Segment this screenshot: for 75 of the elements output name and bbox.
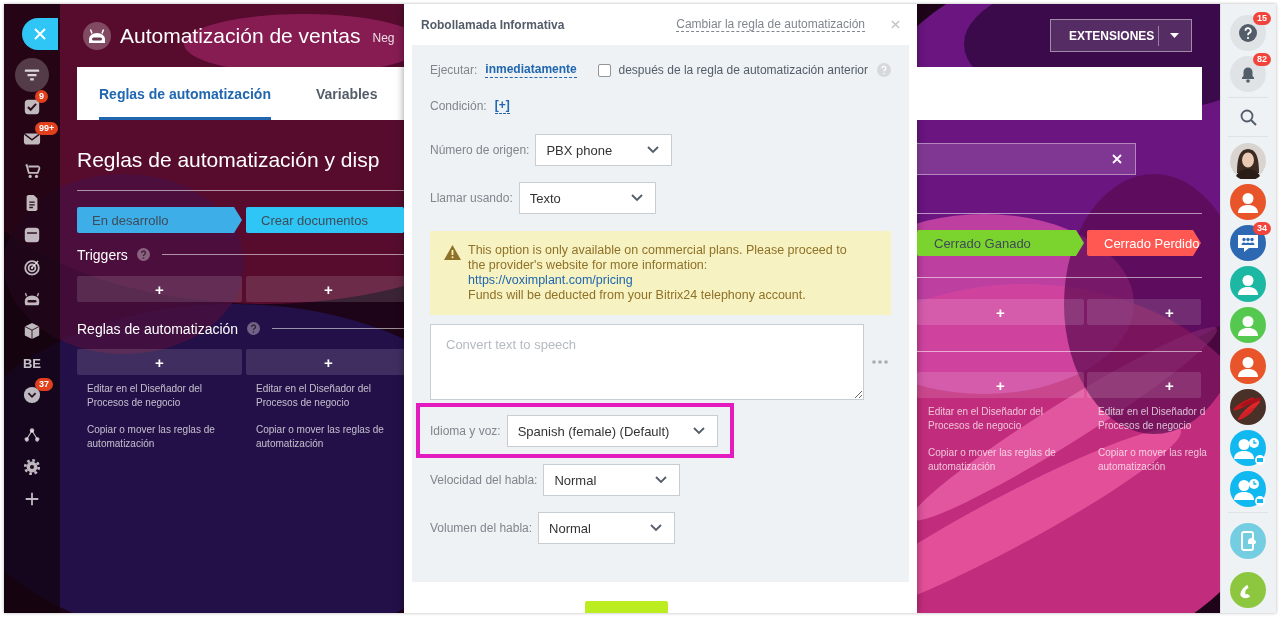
count-badge: 9 bbox=[35, 90, 48, 103]
checkbox-label: después de la regla de automatización anterior bbox=[618, 63, 868, 77]
select-field[interactable]: Normal bbox=[538, 512, 676, 544]
count-badge: 34 bbox=[1253, 222, 1271, 235]
field-label: Idioma y voz: bbox=[430, 424, 501, 438]
tab[interactable]: Reglas de automatización bbox=[99, 67, 271, 120]
link[interactable]: Editar en el Diseñador del Procesos de negocio bbox=[917, 405, 1044, 433]
add-button[interactable]: + bbox=[77, 349, 242, 375]
field-label: Ejecutar: bbox=[430, 63, 478, 77]
link[interactable]: Copiar o mover las reglas de automatización bbox=[917, 446, 1056, 474]
link[interactable]: Copiar o mover las reglas de automatización bbox=[77, 423, 215, 451]
link[interactable]: https://voximplant.com/pricing bbox=[468, 273, 633, 288]
checkbox[interactable] bbox=[597, 63, 611, 77]
chevron-down-icon bbox=[630, 194, 643, 202]
bell-icon[interactable] bbox=[1230, 55, 1266, 92]
add-button[interactable]: + bbox=[917, 372, 1084, 398]
link[interactable]: [+] bbox=[494, 98, 510, 114]
section-title: Reglas de automatización bbox=[77, 320, 239, 337]
field-label: Condición: bbox=[430, 99, 487, 113]
link[interactable]: Editar en el Diseñador del Procesos de negocio bbox=[77, 382, 203, 410]
help-icon[interactable] bbox=[1230, 14, 1266, 51]
notice-text: This option is only available on commercial plans. Please proceed to the provider's website for more information: bbox=[468, 243, 848, 273]
tab[interactable]: Variables bbox=[315, 67, 378, 120]
link[interactable]: Copiar o mover las reglas de automatización bbox=[246, 423, 384, 451]
help-icon[interactable] bbox=[136, 248, 150, 261]
field-label: Volumen del habla: bbox=[430, 521, 533, 535]
chevron-down-icon bbox=[693, 427, 706, 435]
close-icon bbox=[34, 28, 46, 40]
user-avatar[interactable] bbox=[1230, 183, 1266, 220]
field-label: Número de origen: bbox=[430, 143, 530, 157]
count-badge: 99+ bbox=[35, 122, 59, 135]
field-label: Llamar usando: bbox=[430, 191, 513, 205]
robot-icon bbox=[83, 21, 111, 50]
filter-icon[interactable] bbox=[15, 58, 49, 92]
count-badge: 82 bbox=[1253, 53, 1271, 66]
select-field[interactable]: PBX phone bbox=[535, 134, 673, 166]
pipeline-stage: Cerrado Perdido bbox=[1087, 230, 1201, 256]
link[interactable]: inmediatamente bbox=[485, 62, 577, 78]
add-button[interactable]: + bbox=[1087, 372, 1201, 398]
chevron-down-icon bbox=[650, 524, 663, 532]
notice-text: Funds will be deducted from your Bitrix24 telephony account. bbox=[468, 288, 806, 303]
section-title: Triggers bbox=[77, 246, 128, 263]
page-title: Automatización de ventas bbox=[120, 23, 361, 48]
add-button[interactable]: + bbox=[246, 349, 404, 375]
add-button[interactable]: + bbox=[917, 299, 1084, 325]
link[interactable]: Editar en el Diseñador del Procesos de negocio bbox=[246, 382, 372, 410]
nav-label[interactable]: BE bbox=[22, 355, 42, 371]
chevron-down-icon bbox=[647, 146, 660, 154]
pipeline-stage: Crear documentos bbox=[246, 207, 404, 233]
select-field[interactable]: Texto bbox=[518, 182, 656, 214]
user-avatar[interactable] bbox=[1230, 347, 1266, 384]
search-field[interactable] bbox=[917, 143, 1136, 175]
add-button[interactable]: + bbox=[77, 276, 242, 302]
select-field[interactable]: Spanish (female) (Default) bbox=[506, 415, 719, 447]
pipeline-stage: En desarrollo bbox=[77, 207, 242, 233]
field-label: Velocidad del habla: bbox=[430, 473, 538, 487]
add-button[interactable]: + bbox=[1087, 299, 1201, 325]
warning-icon bbox=[444, 245, 461, 260]
pipeline-stage: Cerrado Ganado bbox=[917, 230, 1084, 256]
add-button[interactable]: + bbox=[246, 276, 404, 302]
text-field[interactable]: Convert text to speech bbox=[430, 324, 864, 400]
section-heading: Reglas de automatización y disp bbox=[77, 147, 381, 172]
count-badge: 37 bbox=[35, 378, 53, 391]
select-field[interactable]: Normal bbox=[543, 464, 681, 496]
search-icon[interactable] bbox=[1239, 108, 1257, 126]
extensions-button[interactable]: EXTENSIONES bbox=[1050, 19, 1192, 52]
link[interactable]: Cambiar la regla de automatización bbox=[676, 17, 865, 32]
panel-title: Robollamada Informativa bbox=[421, 17, 565, 32]
breadcrumb-text: Neg bbox=[372, 30, 395, 45]
chevron-down-icon bbox=[655, 476, 668, 484]
chat-icon[interactable] bbox=[1230, 224, 1266, 261]
help-icon[interactable] bbox=[247, 322, 261, 335]
count-badge: 15 bbox=[1253, 12, 1271, 25]
caret-icon bbox=[1170, 33, 1179, 38]
close-button[interactable] bbox=[22, 18, 58, 50]
